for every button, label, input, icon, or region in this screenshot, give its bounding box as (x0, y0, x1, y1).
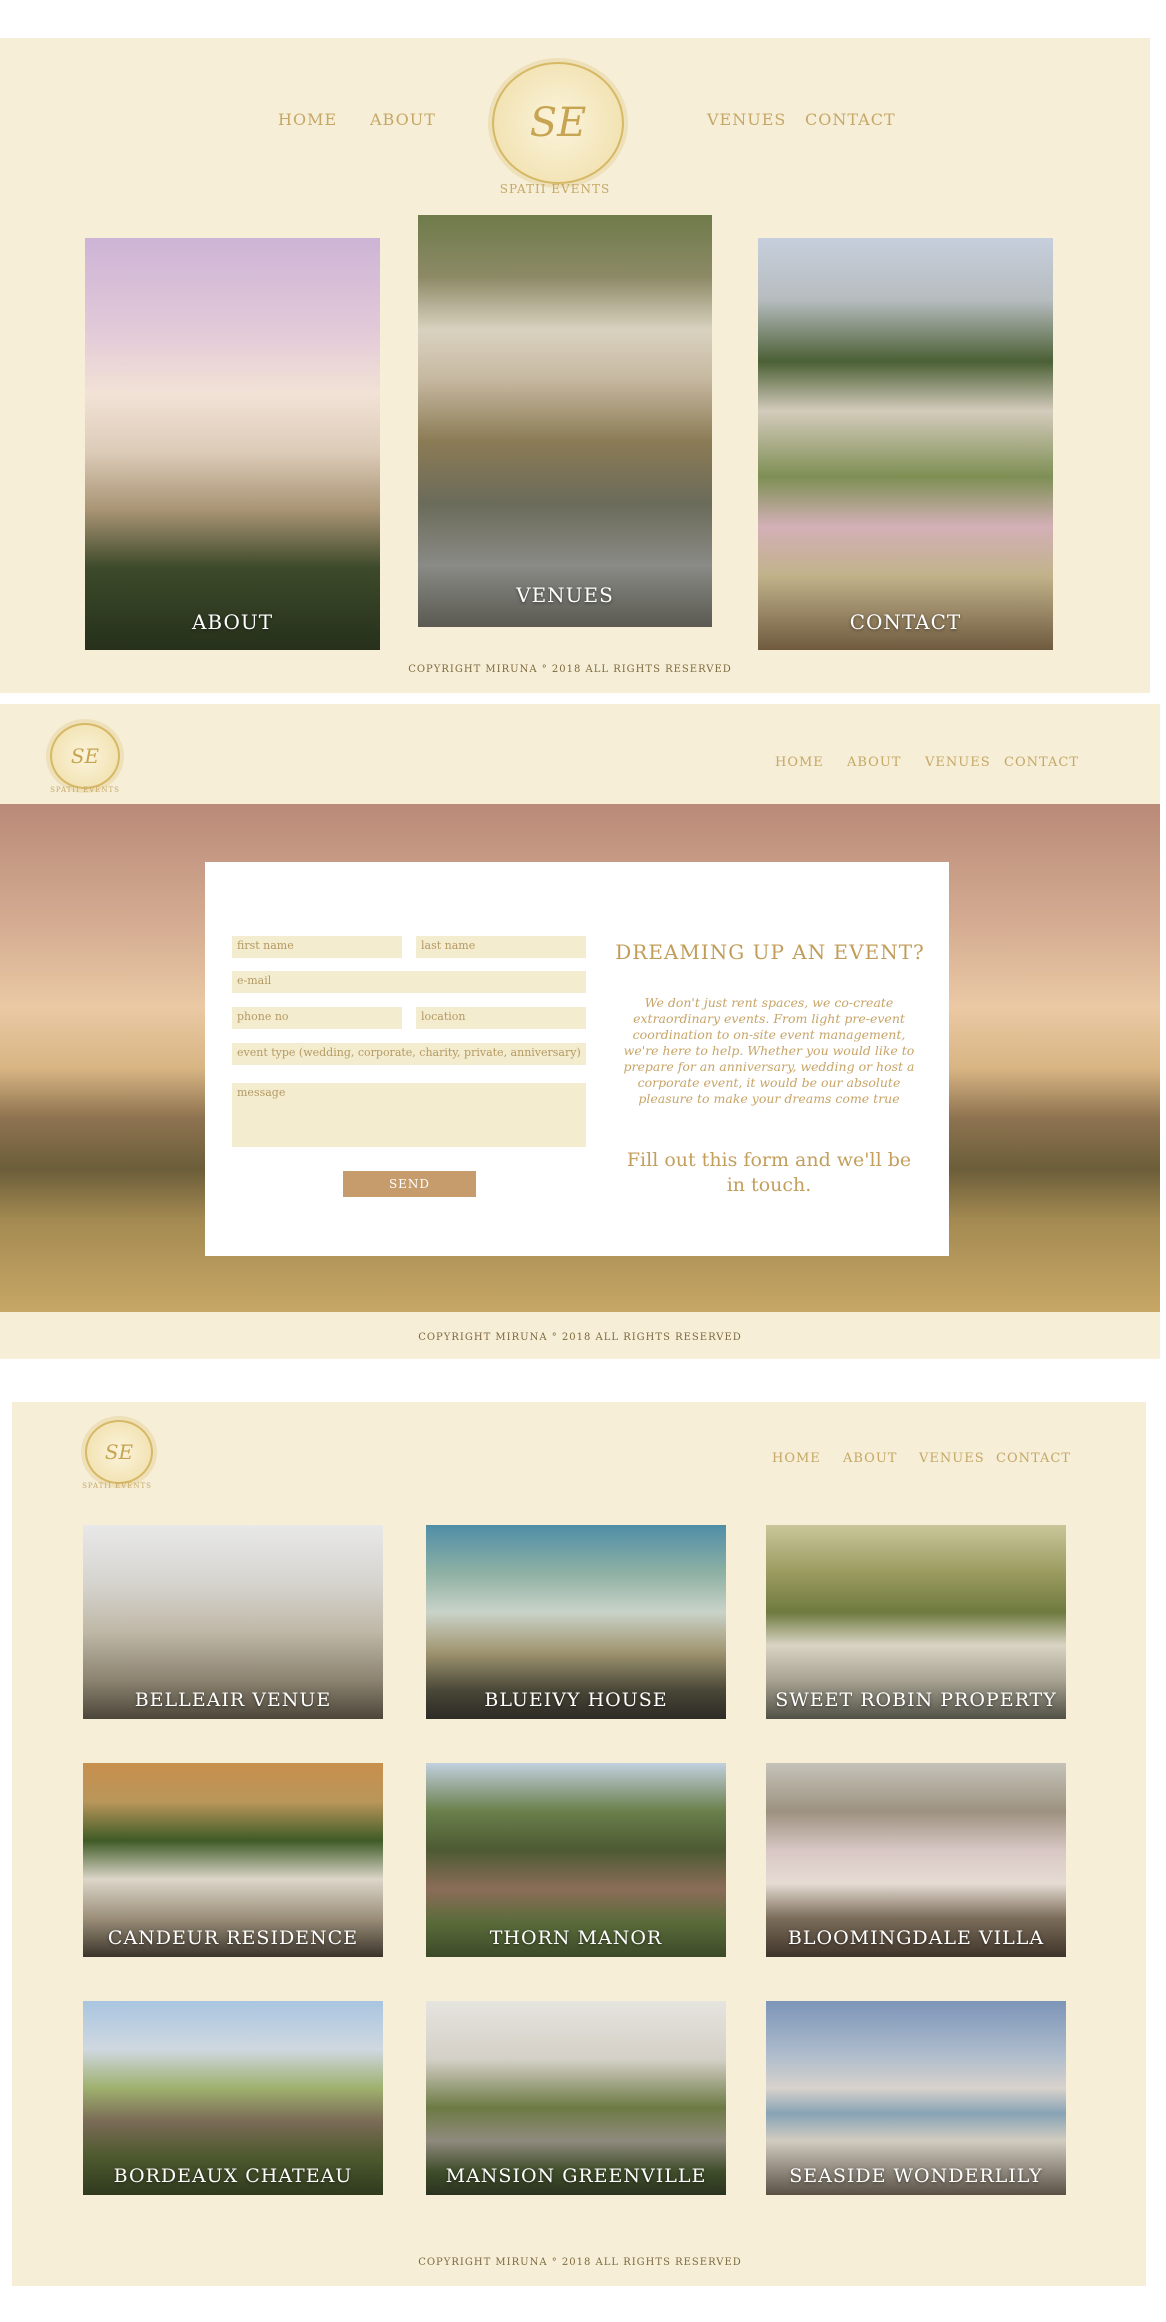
venue-label: BORDEAUX CHATEAU (113, 2165, 353, 2187)
venue-label: CANDEUR RESIDENCE (107, 1927, 359, 1949)
venue-candeur[interactable]: CANDEUR RESIDENCE (83, 1763, 383, 1957)
brand-logo-small[interactable]: SE (50, 723, 120, 789)
venue-belleair[interactable]: BELLEAIR VENUE (83, 1525, 383, 1719)
nav-home[interactable]: HOME (278, 110, 337, 129)
home-copyright: COPYRIGHT MIRUNA ° 2018 ALL RIGHTS RESER… (408, 664, 732, 675)
venue-seaside[interactable]: SEASIDE WONDERLILY (766, 2001, 1066, 2195)
tile-contact-label: CONTACT (849, 610, 962, 634)
contact-nav-about[interactable]: ABOUT (847, 755, 901, 770)
venue-bloomingdale[interactable]: BLOOMINGDALE VILLA (766, 1763, 1066, 1957)
nav-contact[interactable]: CONTACT (805, 110, 896, 129)
contact-nav-home[interactable]: HOME (775, 755, 824, 770)
brand-logo[interactable]: SE (492, 62, 624, 184)
nav-venues[interactable]: VENUES (707, 110, 786, 129)
brand-name-small: SPATII EVENTS (50, 786, 120, 794)
tile-venues-label: VENUES (516, 583, 614, 607)
venues-nav-venues[interactable]: VENUES (919, 1451, 985, 1466)
contact-cta: Fill out this form and we'll be in touch… (626, 1149, 912, 1196)
venue-label: BELLEAIR VENUE (134, 1689, 332, 1711)
phone-field[interactable]: phone no (232, 1007, 402, 1029)
brand-name: SPATII EVENTS (499, 182, 611, 196)
venue-label: SWEET ROBIN PROPERTY (775, 1689, 1057, 1711)
tile-contact[interactable]: CONTACT (758, 238, 1053, 650)
tile-venues[interactable]: VENUES (418, 215, 712, 627)
contact-nav-venues[interactable]: VENUES (925, 755, 991, 770)
venues-nav-about[interactable]: ABOUT (843, 1451, 897, 1466)
contact-nav-contact[interactable]: CONTACT (1004, 755, 1079, 770)
event-type-field[interactable]: event type (wedding, corporate, charity,… (232, 1043, 586, 1065)
venue-blueivy[interactable]: BLUEIVY HOUSE (426, 1525, 726, 1719)
venue-label: MANSION GREENVILLE (445, 2165, 707, 2187)
first-name-field[interactable]: first name (232, 936, 402, 958)
venue-thorn[interactable]: THORN MANOR (426, 1763, 726, 1957)
venue-label: THORN MANOR (489, 1927, 663, 1949)
email-field[interactable]: e-mail (232, 971, 586, 993)
brand-name-venues: SPATII EVENTS (82, 1482, 152, 1490)
venue-bordeaux[interactable]: BORDEAUX CHATEAU (83, 2001, 383, 2195)
venues-copyright: COPYRIGHT MIRUNA ° 2018 ALL RIGHTS RESER… (418, 2257, 742, 2268)
contact-copyright: COPYRIGHT MIRUNA ° 2018 ALL RIGHTS RESER… (418, 1332, 742, 1343)
venue-sweetrobin[interactable]: SWEET ROBIN PROPERTY (766, 1525, 1066, 1719)
contact-body-text: We don't just rent spaces, we co-create … (623, 995, 915, 1106)
venues-nav-contact[interactable]: CONTACT (996, 1451, 1071, 1466)
venues-nav-home[interactable]: HOME (772, 1451, 821, 1466)
venue-label: BLUEIVY HOUSE (484, 1689, 668, 1711)
message-field[interactable]: message (232, 1083, 586, 1147)
venue-label: BLOOMINGDALE VILLA (787, 1927, 1045, 1949)
tile-about-label: ABOUT (191, 610, 274, 634)
tile-about[interactable]: ABOUT (85, 238, 380, 650)
venue-label: SEASIDE WONDERLILY (789, 2165, 1043, 2187)
nav-about[interactable]: ABOUT (370, 110, 436, 129)
venue-greenville[interactable]: MANSION GREENVILLE (426, 2001, 726, 2195)
last-name-field[interactable]: last name (416, 936, 586, 958)
location-field[interactable]: location (416, 1007, 586, 1029)
send-button[interactable]: SEND (343, 1171, 476, 1197)
contact-title: DREAMING UP AN EVENT? (615, 940, 925, 964)
brand-logo-venues[interactable]: SE (85, 1420, 153, 1484)
